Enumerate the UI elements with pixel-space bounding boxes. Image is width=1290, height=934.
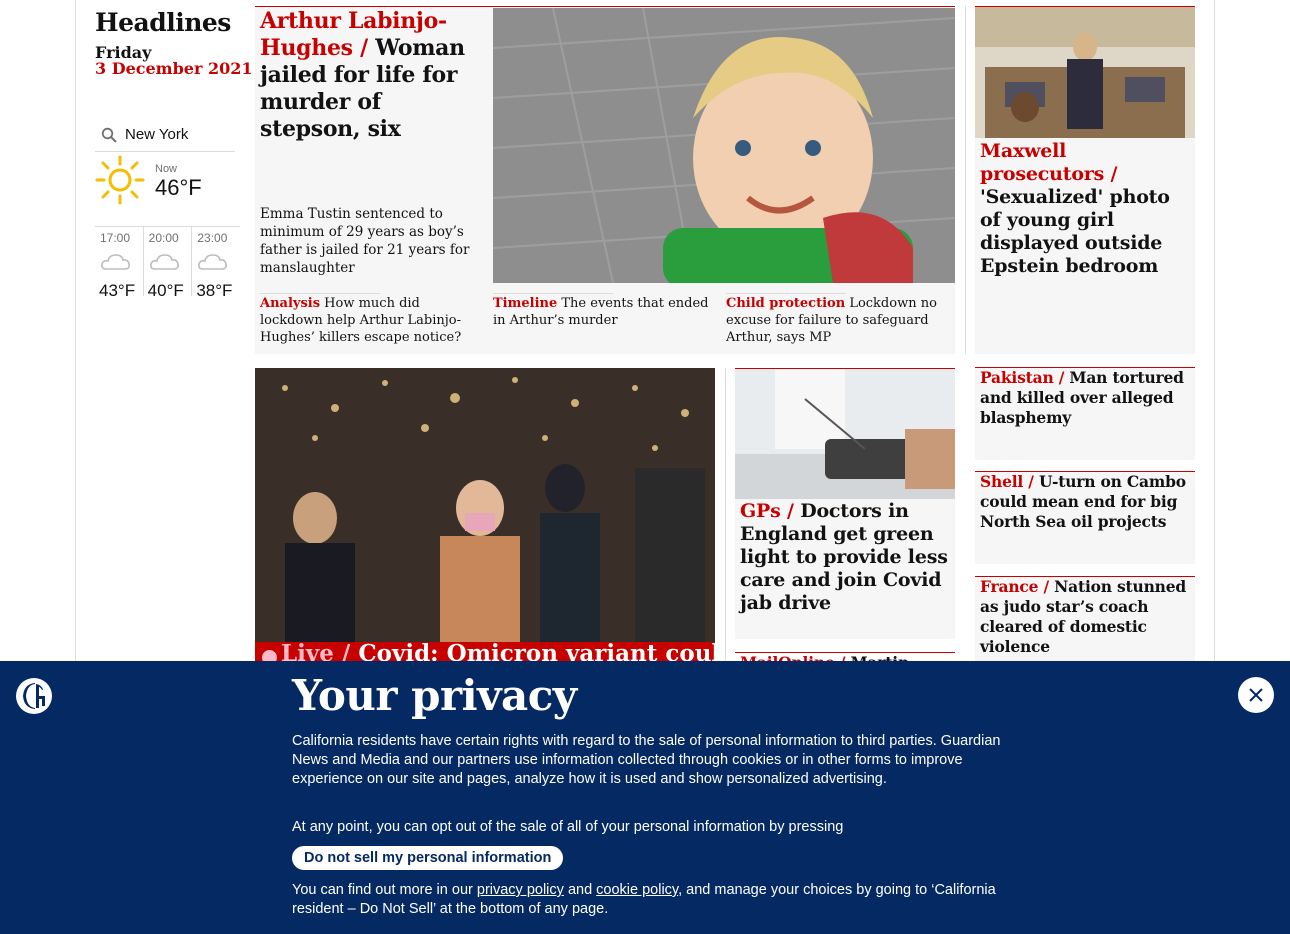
close-button[interactable]	[1238, 677, 1274, 713]
search-icon	[101, 127, 117, 143]
forecast-temp: 40°F	[147, 281, 184, 300]
sublink-kicker: Child protection	[726, 296, 846, 311]
divider	[260, 293, 380, 294]
cookie-policy-link[interactable]: cookie policy	[596, 882, 678, 898]
feature-sublink[interactable]: Child protection Lockdown no excuse for …	[726, 295, 941, 346]
divider	[965, 6, 966, 354]
gps-headline[interactable]: GPs / Doctors in England get green light…	[740, 500, 952, 615]
divider	[725, 368, 726, 661]
maxwell-headline[interactable]: Maxwell prosecutors / 'Sexualized' photo…	[980, 140, 1190, 278]
weather-location: New York	[125, 126, 189, 143]
weather-now: Now 46°F	[95, 155, 245, 210]
story-headline[interactable]: France / Nation stunned as judo star’s c…	[980, 577, 1192, 657]
divider	[493, 293, 613, 294]
forecast-temp: 38°F	[196, 281, 233, 300]
sublink-kicker: Timeline	[493, 296, 558, 311]
edition-date: 3 December 2021	[95, 59, 253, 78]
privacy-description: California residents have certain rights…	[292, 733, 1001, 787]
story-headline[interactable]: Shell / U-turn on Cambo could mean end f…	[980, 472, 1190, 532]
story-kicker: Pakistan /	[980, 368, 1065, 387]
forecast-item: 17:00 43°F	[95, 227, 144, 300]
story-kicker: France /	[980, 577, 1049, 596]
privacy-policy-link[interactable]: privacy policy	[477, 882, 564, 898]
do-not-sell-button[interactable]: Do not sell my personal information	[292, 846, 564, 870]
privacy-opt-out-text: At any point, you can opt out of the sal…	[292, 819, 844, 835]
forecast-time: 20:00	[148, 231, 179, 245]
cloud-moon-icon	[149, 254, 183, 277]
feature-standfirst: Emma Tustin sentenced to minimum of 29 y…	[260, 206, 470, 276]
weather-location-search[interactable]: New York	[95, 118, 235, 152]
privacy-title: Your privacy	[292, 671, 577, 720]
feature-headline[interactable]: Arthur Labinjo-Hughes / Woman jailed for…	[260, 8, 485, 143]
gps-image[interactable]	[735, 369, 955, 499]
weather-now-label: Now	[155, 163, 178, 175]
guardian-logo-icon	[16, 678, 52, 714]
covid-live-image[interactable]	[255, 368, 715, 642]
feature-sublink[interactable]: Timeline The events that ended in Arthur…	[493, 295, 713, 329]
maxwell-kicker: Maxwell prosecutors /	[980, 140, 1118, 185]
maxwell-image[interactable]	[975, 7, 1195, 138]
sublink-kicker: Analysis	[260, 296, 321, 311]
cloud-moon-icon	[197, 254, 231, 277]
privacy-and-text: and	[567, 882, 593, 898]
forecast-time: 23:00	[197, 231, 228, 245]
cloud-moon-icon	[100, 254, 134, 277]
forecast-item: 23:00 38°F	[192, 227, 240, 300]
gps-kicker: GPs /	[740, 500, 794, 522]
weather-forecast: 17:00 43°F 20:00 40°F 23:00 38°F	[95, 226, 240, 300]
privacy-more-text: You can find out more in our	[292, 882, 473, 898]
forecast-temp: 43°F	[99, 281, 136, 300]
feature-sublink[interactable]: Analysis How much did lockdown help Arth…	[260, 295, 480, 346]
story-kicker: Shell /	[980, 472, 1034, 491]
maxwell-headline-text: 'Sexualized' photo of young girl display…	[980, 186, 1170, 277]
forecast-time: 17:00	[100, 231, 131, 245]
sun-icon	[95, 155, 145, 209]
forecast-item: 20:00 40°F	[144, 227, 193, 300]
privacy-banner: Your privacy California residents have c…	[0, 661, 1290, 934]
story-headline[interactable]: Pakistan / Man tortured and killed over …	[980, 368, 1190, 428]
close-icon	[1248, 687, 1264, 703]
privacy-more-info: You can find out more in our privacy pol…	[292, 881, 1002, 919]
section-title: Headlines	[95, 8, 231, 37]
weather-now-temp: 46°F	[155, 175, 202, 200]
feature-image[interactable]	[493, 8, 955, 283]
divider	[726, 293, 846, 294]
